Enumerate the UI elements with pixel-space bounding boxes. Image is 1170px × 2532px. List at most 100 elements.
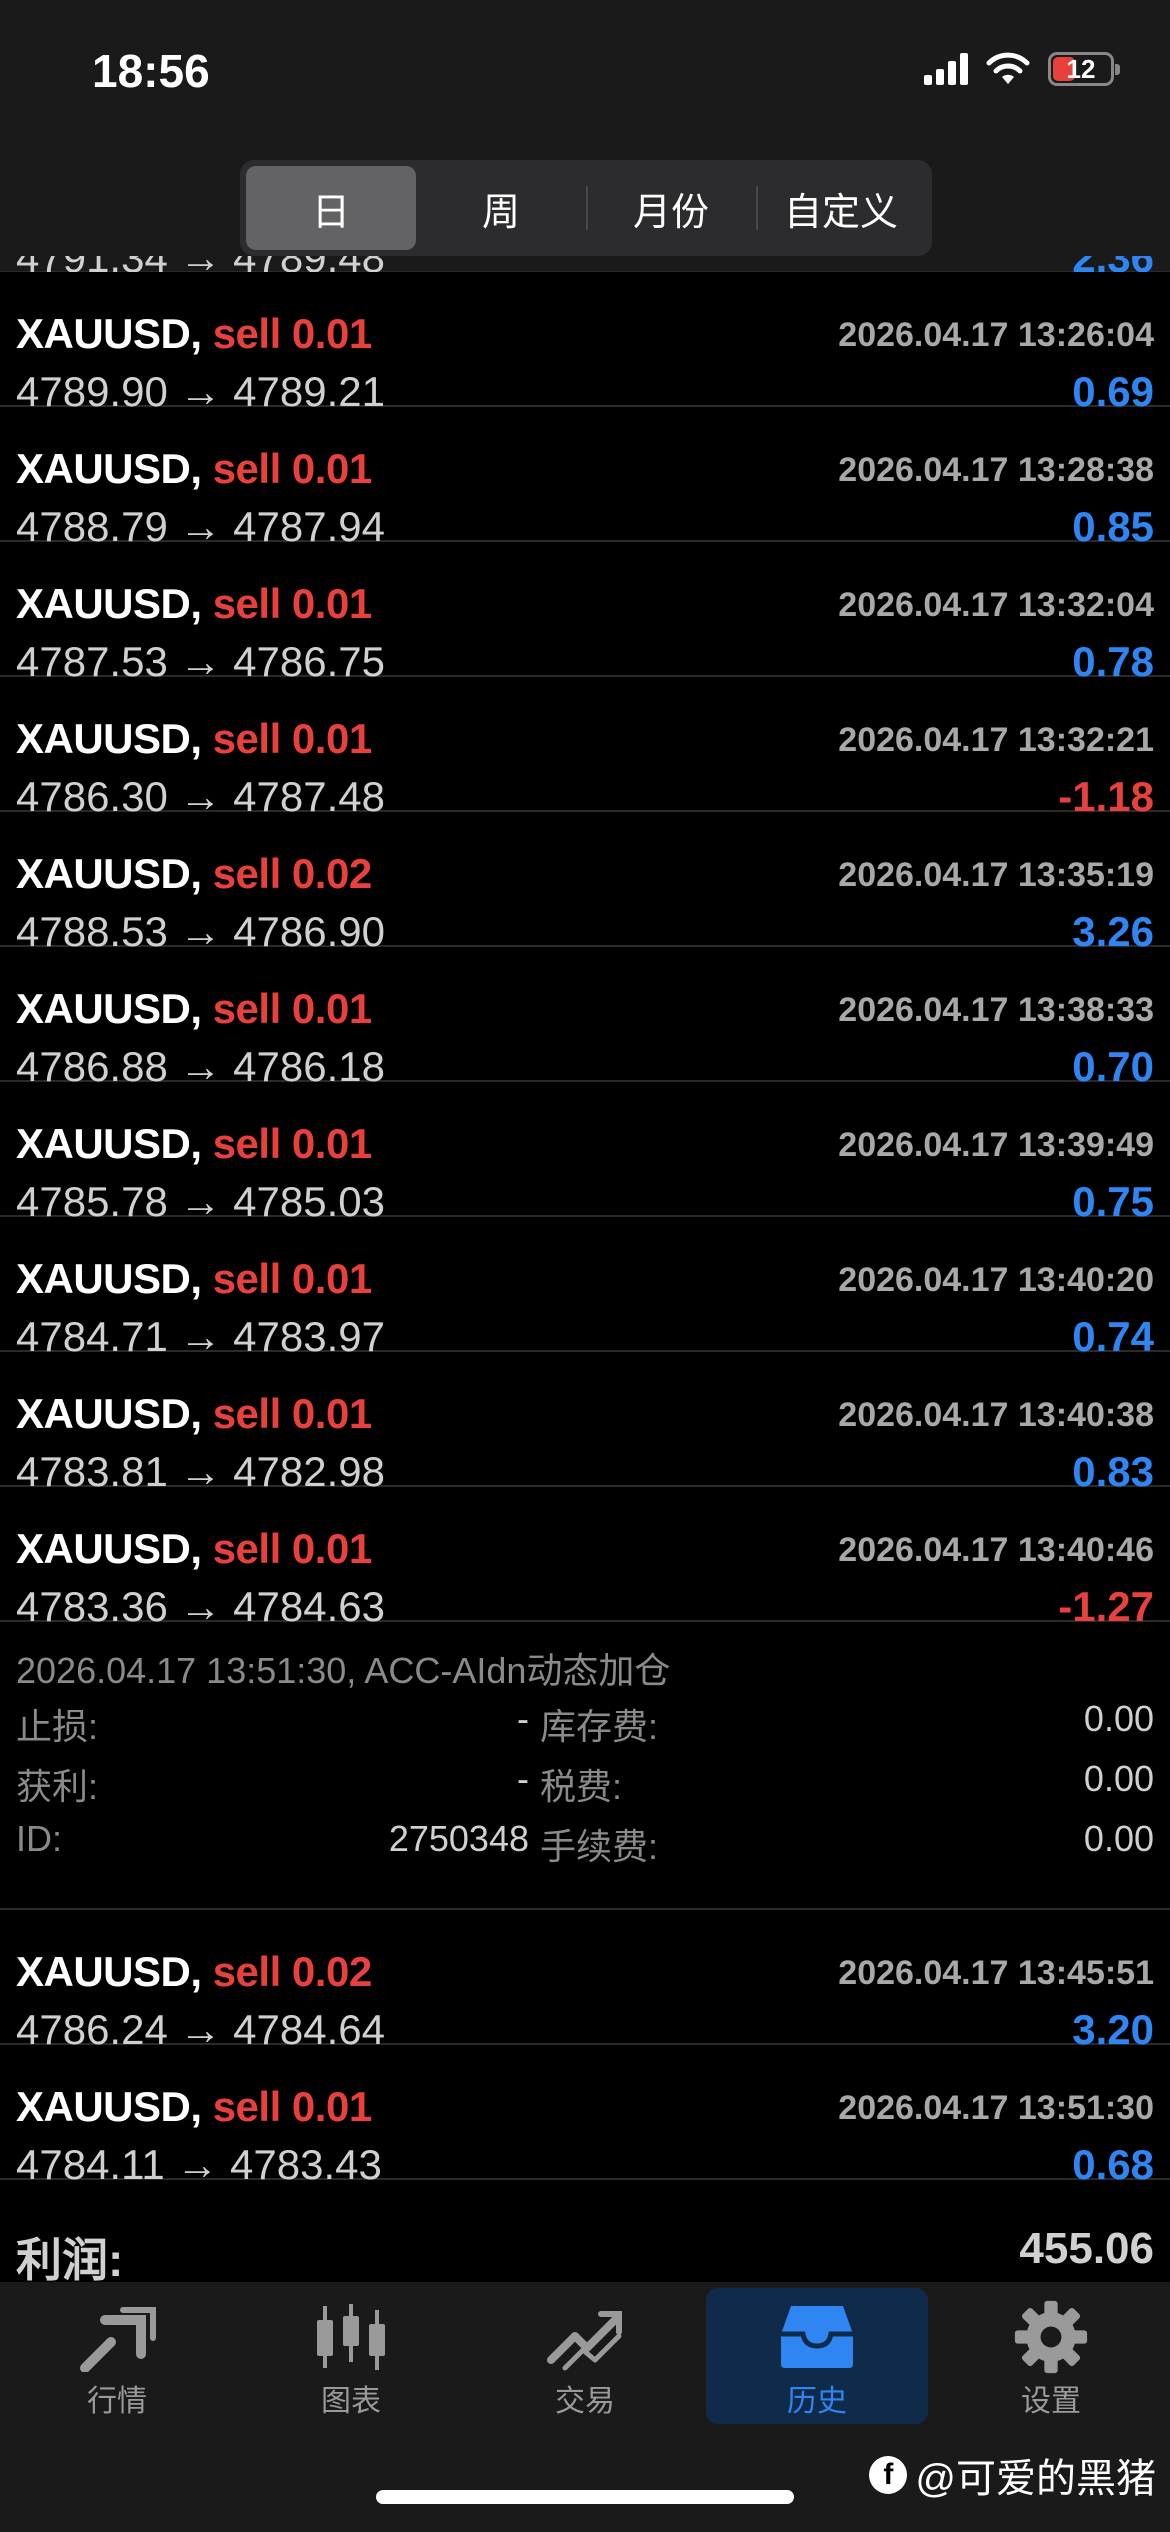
stop-loss-label: 止损: — [16, 1706, 99, 1747]
trade-time: 2026.04.17 13:26:04 — [838, 316, 1154, 354]
trade-row[interactable]: XAUUSD, sell 0.02 2026.04.17 13:35:19 4788… — [0, 812, 1170, 955]
watermark: f @可爱的黑猪 — [869, 2446, 1156, 2504]
trade-side: sell 0.02 — [212, 1948, 372, 1995]
take-profit-label: 获利: — [16, 1766, 99, 1807]
trade-time: 2026.04.17 13:32:21 — [838, 721, 1154, 759]
trade-symbol: XAUUSD, sell 0.01 — [16, 1390, 372, 1438]
trade-row[interactable]: XAUUSD, sell 0.01 2026.04.17 13:32:21 4786… — [0, 677, 1170, 820]
trade-row[interactable]: XAUUSD, sell 0.01 2026.04.17 13:40:46 4783… — [0, 1487, 1170, 1630]
trade-symbol: XAUUSD, sell 0.01 — [16, 580, 372, 628]
period-bar: 日 周 月份 自定义 — [0, 150, 1170, 272]
trade-icon — [545, 2302, 625, 2372]
trade-symbol: XAUUSD, sell 0.01 — [16, 985, 372, 1033]
history-icon — [777, 2302, 857, 2372]
trade-side: sell 0.01 — [212, 1120, 372, 1167]
trade-side: sell 0.01 — [212, 1255, 372, 1302]
symbol-text: XAUUSD, — [16, 1948, 202, 1995]
trade-symbol: XAUUSD, sell 0.01 — [16, 310, 372, 358]
trade-symbol: XAUUSD, sell 0.02 — [16, 1948, 372, 1996]
tab-settings[interactable]: 设置 — [940, 2288, 1162, 2424]
trade-time: 2026.04.17 13:40:20 — [838, 1261, 1154, 1299]
tab-history[interactable]: 历史 — [706, 2288, 928, 2424]
swap-value: 0.00 — [1083, 1698, 1154, 1739]
trade-row[interactable]: XAUUSD, sell 0.02 2026.04.17 13:45:51 4786… — [0, 1910, 1170, 2053]
symbol-text: XAUUSD, — [16, 1120, 202, 1167]
tab-quotes[interactable]: 行情 — [6, 2288, 228, 2424]
symbol-text: XAUUSD, — [16, 1525, 202, 1572]
status-bar: 18:56 12 — [0, 0, 1170, 150]
trade-row[interactable]: XAUUSD, sell 0.01 2026.04.17 13:51:30 4784… — [0, 2045, 1170, 2188]
trade-symbol: XAUUSD, sell 0.01 — [16, 715, 372, 763]
trade-pnl: 0.68 — [1072, 2141, 1154, 2188]
trade-prices: 4784.11 → 4783.43 — [16, 2141, 382, 2188]
trade-time: 2026.04.17 13:39:49 — [838, 1126, 1154, 1164]
trade-row[interactable]: XAUUSD, sell 0.01 2026.04.17 13:26:04 4789… — [0, 272, 1170, 415]
profit-value: 455.06 — [1019, 2224, 1154, 2273]
trade-time: 2026.04.17 13:32:04 — [838, 586, 1154, 624]
tab-chart-label: 图表 — [321, 2385, 381, 2418]
tab-trade[interactable]: 交易 — [474, 2288, 696, 2424]
trade-side: sell 0.01 — [212, 445, 372, 492]
symbol-text: XAUUSD, — [16, 2083, 202, 2130]
home-indicator[interactable] — [376, 2490, 794, 2504]
symbol-text: XAUUSD, — [16, 715, 202, 762]
trade-row[interactable]: XAUUSD, sell 0.01 2026.04.17 13:39:49 4785… — [0, 1082, 1170, 1225]
status-icons: 12 — [924, 52, 1120, 86]
symbol-text: XAUUSD, — [16, 445, 202, 492]
trade-time: 2026.04.17 13:40:46 — [838, 1531, 1154, 1569]
trade-row[interactable]: XAUUSD, sell 0.01 2026.04.17 13:28:38 4788… — [0, 407, 1170, 550]
symbol-text: XAUUSD, — [16, 985, 202, 1032]
trade-symbol: XAUUSD, sell 0.01 — [16, 2083, 372, 2131]
history-list: XAUUSD, sell 0.01 2026.04.17 13:26:04 4789… — [0, 272, 1170, 2188]
trade-symbol: XAUUSD, sell 0.02 — [16, 850, 372, 898]
period-segmented-control: 日 周 月份 自定义 — [240, 160, 932, 256]
period-tab-week[interactable]: 周 — [416, 166, 586, 250]
trade-time: 2026.04.17 13:38:33 — [838, 991, 1154, 1029]
profit-summary: 利润: 455.06 — [0, 2202, 1170, 2286]
trade-row[interactable]: XAUUSD, sell 0.01 2026.04.17 13:40:38 4783… — [0, 1352, 1170, 1495]
tax-value: 0.00 — [1083, 1758, 1154, 1799]
take-profit-value: - — [517, 1758, 529, 1799]
trade-symbol: XAUUSD, sell 0.01 — [16, 1255, 372, 1303]
trade-side: sell 0.01 — [212, 580, 372, 627]
quotes-icon — [77, 2302, 157, 2372]
trade-row[interactable]: XAUUSD, sell 0.01 2026.04.17 13:32:04 4787… — [0, 542, 1170, 685]
settings-icon — [1011, 2300, 1091, 2374]
period-tab-month[interactable]: 月份 — [586, 166, 756, 250]
wifi-icon — [986, 52, 1030, 84]
id-value: 2750348 — [388, 1818, 529, 1859]
trade-side: sell 0.01 — [212, 1390, 372, 1437]
trade-time: 2026.04.17 13:51:30 — [838, 2089, 1154, 2127]
trade-side: sell 0.01 — [212, 715, 372, 762]
detail-row-sl: 止损: - 库存费: 0.00 — [16, 1698, 1154, 1747]
commission-label: 手续费: — [540, 1826, 659, 1867]
trade-details: 2026.04.17 13:51:30, ACC-AIdn动态加仓 止损: - … — [0, 1622, 1170, 1910]
trade-side: sell 0.01 — [212, 985, 372, 1032]
partial-prices: 4791.34 → 4789.48 — [16, 256, 385, 272]
detail-row-tp: 获利: - 税费: 0.00 — [16, 1758, 1154, 1807]
symbol-text: XAUUSD, — [16, 850, 202, 897]
partial-pnl: 2.36 — [1072, 256, 1154, 272]
watermark-text: @可爱的黑猪 — [915, 2457, 1156, 2501]
swap-label: 库存费: — [540, 1706, 659, 1747]
period-tab-day[interactable]: 日 — [246, 166, 416, 250]
profit-label: 利润: — [16, 2234, 124, 2286]
trade-time: 2026.04.17 13:40:38 — [838, 1396, 1154, 1434]
facebook-logo-icon: f — [869, 2456, 908, 2494]
trade-row[interactable]: XAUUSD, sell 0.01 2026.04.17 13:40:20 4784… — [0, 1217, 1170, 1360]
trade-time: 2026.04.17 13:35:19 — [838, 856, 1154, 894]
detail-row-id: ID: 2750348 手续费: 0.00 — [16, 1818, 1154, 1867]
trade-symbol: XAUUSD, sell 0.01 — [16, 1525, 372, 1573]
battery-icon: 12 — [1048, 52, 1120, 86]
stop-loss-value: - — [517, 1698, 529, 1739]
chart-icon — [311, 2302, 391, 2372]
cellular-signal-icon — [924, 53, 968, 85]
tab-history-label: 历史 — [787, 2385, 847, 2418]
period-tab-custom[interactable]: 自定义 — [756, 166, 926, 250]
tab-trade-label: 交易 — [555, 2385, 615, 2418]
trade-row[interactable]: XAUUSD, sell 0.01 2026.04.17 13:38:33 4786… — [0, 947, 1170, 1090]
trade-symbol: XAUUSD, sell 0.01 — [16, 445, 372, 493]
tab-chart[interactable]: 图表 — [240, 2288, 462, 2424]
tab-settings-label: 设置 — [1021, 2385, 1081, 2418]
partial-trade-row[interactable]: 4791.34 → 4789.48 2.36 — [0, 256, 1170, 272]
